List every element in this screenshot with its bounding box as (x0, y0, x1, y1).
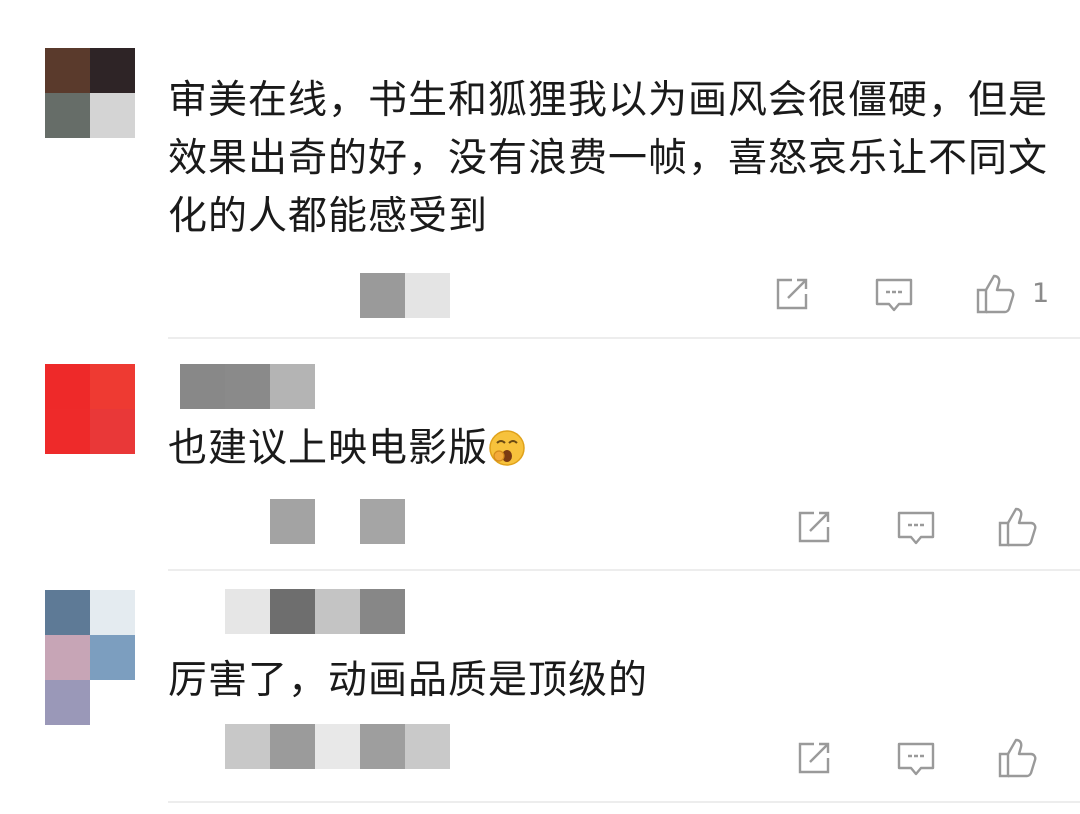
comment-text: 也建议上映电影版 (168, 420, 1048, 484)
avatar[interactable] (45, 590, 135, 725)
share-button[interactable] (770, 272, 814, 316)
comment-item: 也建议上映电影版 (0, 340, 1080, 572)
username-pixel (180, 364, 225, 409)
avatar-pixel (90, 635, 135, 680)
avatar-pixel (90, 590, 135, 635)
meta-pixel (225, 724, 270, 769)
reply-icon (875, 278, 913, 312)
username-pixel (360, 589, 405, 634)
meta-pixel (360, 724, 405, 769)
avatar[interactable] (45, 48, 135, 138)
avatar-pixel (45, 48, 90, 93)
comment-meta-blurred (360, 273, 450, 318)
avatar-pixel (90, 93, 135, 138)
like-button[interactable] (996, 736, 1040, 780)
comment-item: 审美在线，书生和狐狸我以为画风会很僵硬，但是效果出奇的好，没有浪费一帧，喜怒哀乐… (0, 0, 1080, 340)
meta-pixel (360, 499, 405, 544)
share-icon (798, 742, 830, 774)
meta-pixel (405, 273, 450, 318)
divider (168, 801, 1080, 803)
avatar-pixel (90, 48, 135, 93)
share-icon (798, 511, 830, 543)
username-pixel (315, 589, 360, 634)
meta-pixel (315, 724, 360, 769)
username-blurred[interactable] (225, 589, 405, 634)
share-icon (776, 278, 808, 310)
avatar-pixel (45, 680, 90, 725)
divider (168, 569, 1080, 571)
like-button[interactable] (974, 272, 1018, 316)
reply-button[interactable] (894, 505, 938, 549)
meta-pixel (270, 499, 315, 544)
username-pixel (270, 589, 315, 634)
meta-pixel (360, 273, 405, 318)
reply-button[interactable] (872, 272, 916, 316)
meta-pixel (270, 724, 315, 769)
username-pixel (225, 364, 270, 409)
avatar-pixel (45, 635, 90, 680)
username-pixel (270, 364, 315, 409)
like-button[interactable] (996, 505, 1040, 549)
avatar-pixel (45, 590, 90, 635)
avatar-pixel (45, 364, 90, 409)
meta-pixel (405, 724, 450, 769)
comment-text: 厉害了，动画品质是顶级的 (168, 658, 649, 703)
reply-icon (897, 511, 935, 545)
avatar[interactable] (45, 364, 135, 454)
comment-text-content: 也建议上映电影版 (168, 426, 489, 471)
avatar-pixel (45, 409, 90, 454)
divider (168, 337, 1080, 339)
username-pixel (225, 589, 270, 634)
yawning-face-emoji-icon (488, 426, 526, 484)
like-count: 1 (1032, 278, 1050, 309)
avatar-pixel (45, 93, 90, 138)
share-button[interactable] (792, 736, 836, 780)
avatar-pixel (90, 364, 135, 409)
like-icon (976, 274, 1015, 314)
comment-text: 审美在线，书生和狐狸我以为画风会很僵硬，但是效果出奇的好，没有浪费一帧，喜怒哀乐… (168, 78, 1049, 239)
like-icon (998, 507, 1037, 547)
like-icon (998, 738, 1037, 778)
comment-item: 厉害了，动画品质是顶级的 (0, 572, 1080, 814)
reply-button[interactable] (894, 736, 938, 780)
username-blurred[interactable] (180, 364, 315, 409)
share-button[interactable] (792, 505, 836, 549)
comment-meta-blurred (225, 724, 450, 769)
comment-meta-blurred (270, 499, 405, 544)
reply-icon (897, 742, 935, 776)
avatar-pixel (90, 409, 135, 454)
